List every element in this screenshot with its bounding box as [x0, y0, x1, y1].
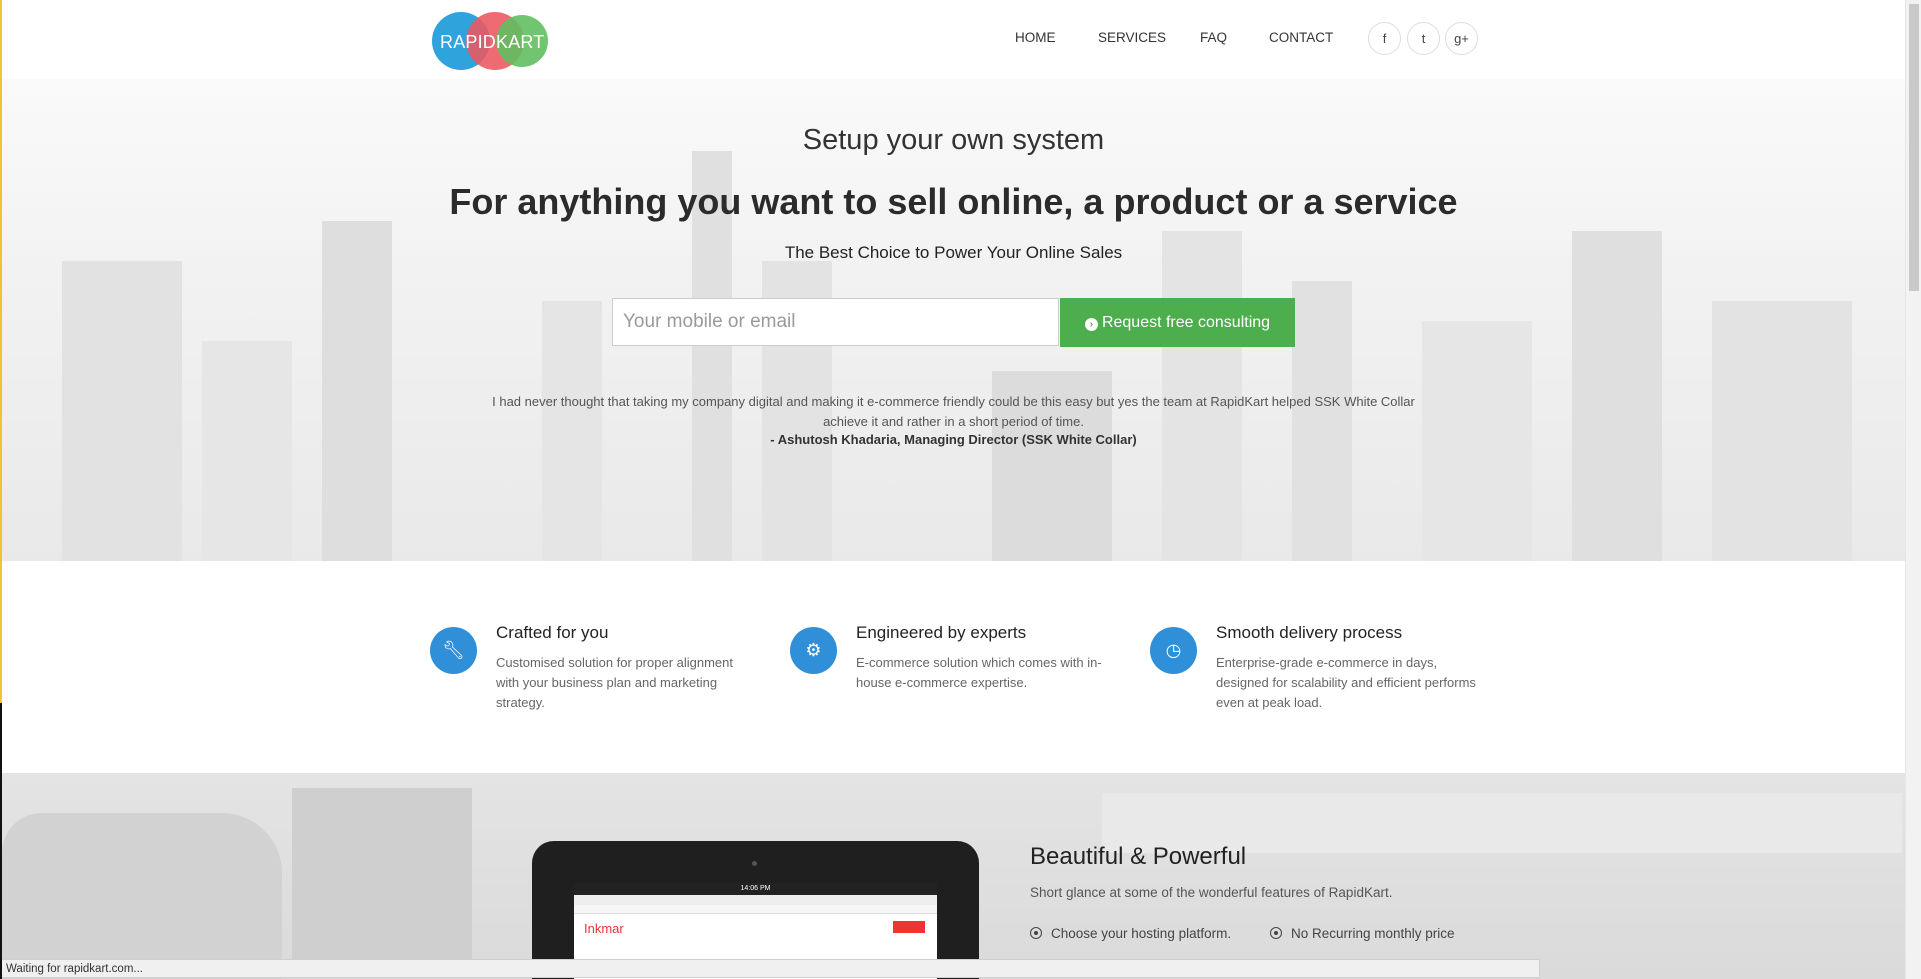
- feature-text: Customised solution for proper alignment…: [496, 655, 734, 710]
- feature-list-text: No Recurring monthly price: [1291, 926, 1455, 941]
- twitter-icon[interactable]: t: [1407, 22, 1440, 55]
- showcase-section: 14:06 PM Inkmar Beautiful & Powerful Sho…: [2, 773, 1905, 979]
- nav-home[interactable]: HOME: [1015, 30, 1056, 45]
- feature-title: Crafted for you: [496, 623, 609, 642]
- features-section: 🔧︎ Crafted for you Customised solution f…: [2, 561, 1905, 773]
- feature-text: Enterprise-grade e-commerce in days, des…: [1216, 655, 1476, 710]
- feature-list-text: Choose your hosting platform.: [1051, 926, 1232, 941]
- tablet-bookmarks-bar: [574, 905, 937, 914]
- hero-section: Setup your own system For anything you w…: [2, 79, 1905, 561]
- clock-icon: ◷: [1150, 627, 1197, 674]
- wrench-icon: 🔧︎: [430, 627, 477, 674]
- tablet-camera: [752, 861, 757, 866]
- browser-status-bar: Waiting for rapidkart.com...: [2, 959, 1540, 978]
- chevron-circle-right-icon: ›: [1084, 318, 1098, 331]
- tablet-brand: Inkmar: [584, 921, 624, 936]
- tablet-status-bar: 14:06 PM: [574, 883, 937, 895]
- logo[interactable]: RAPIDKART: [432, 12, 552, 72]
- testimonial-author: - Ashutosh Khadaria, Managing Director (…: [770, 432, 1137, 447]
- background-car: [2, 813, 282, 979]
- hero-subtitle: Setup your own system: [802, 124, 1105, 156]
- feature-list-item: No Recurring monthly price: [1270, 926, 1455, 941]
- request-consulting-label: Request free consulting: [1101, 314, 1271, 331]
- hero-content: Setup your own system For anything you w…: [2, 79, 1905, 561]
- nav-faq[interactable]: FAQ: [1200, 30, 1227, 45]
- gears-icon: ⚙: [790, 627, 837, 674]
- nav-services[interactable]: SERVICES: [1098, 30, 1166, 45]
- site-header: RAPIDKART HOME SERVICES FAQ CONTACT f t …: [2, 0, 1905, 79]
- logo-text: RAPIDKART: [440, 32, 545, 52]
- scrollbar-thumb[interactable]: [1909, 4, 1919, 291]
- hero-title: For anything you want to sell online, a …: [449, 181, 1458, 222]
- check-circle-icon: [1270, 927, 1282, 939]
- nav-contact[interactable]: CONTACT: [1269, 30, 1333, 45]
- check-circle-icon: [1030, 927, 1042, 939]
- feature-title: Smooth delivery process: [1216, 623, 1403, 642]
- tablet-cart-button: [893, 921, 925, 933]
- background-planter: [292, 788, 472, 978]
- google-plus-icon[interactable]: g+: [1445, 22, 1478, 55]
- showcase-title: Beautiful & Powerful: [1030, 843, 1247, 870]
- feature-list-item: Choose your hosting platform.: [1030, 926, 1231, 941]
- feature-title: Engineered by experts: [856, 623, 1027, 642]
- hero-tagline: The Best Choice to Power Your Online Sal…: [784, 243, 1123, 262]
- tablet-browser-bar: [574, 895, 937, 905]
- testimonial-quote: I had never thought that taking my compa…: [492, 394, 1415, 429]
- showcase-subtitle: Short glance at some of the wonderful fe…: [1030, 885, 1393, 900]
- vertical-scrollbar[interactable]: [1905, 0, 1921, 979]
- request-consulting-button[interactable]: › Request free consulting: [1060, 298, 1295, 347]
- feature-text: E-commerce solution which comes with in-…: [856, 655, 1102, 690]
- contact-input[interactable]: [612, 298, 1059, 346]
- facebook-icon[interactable]: f: [1368, 22, 1401, 55]
